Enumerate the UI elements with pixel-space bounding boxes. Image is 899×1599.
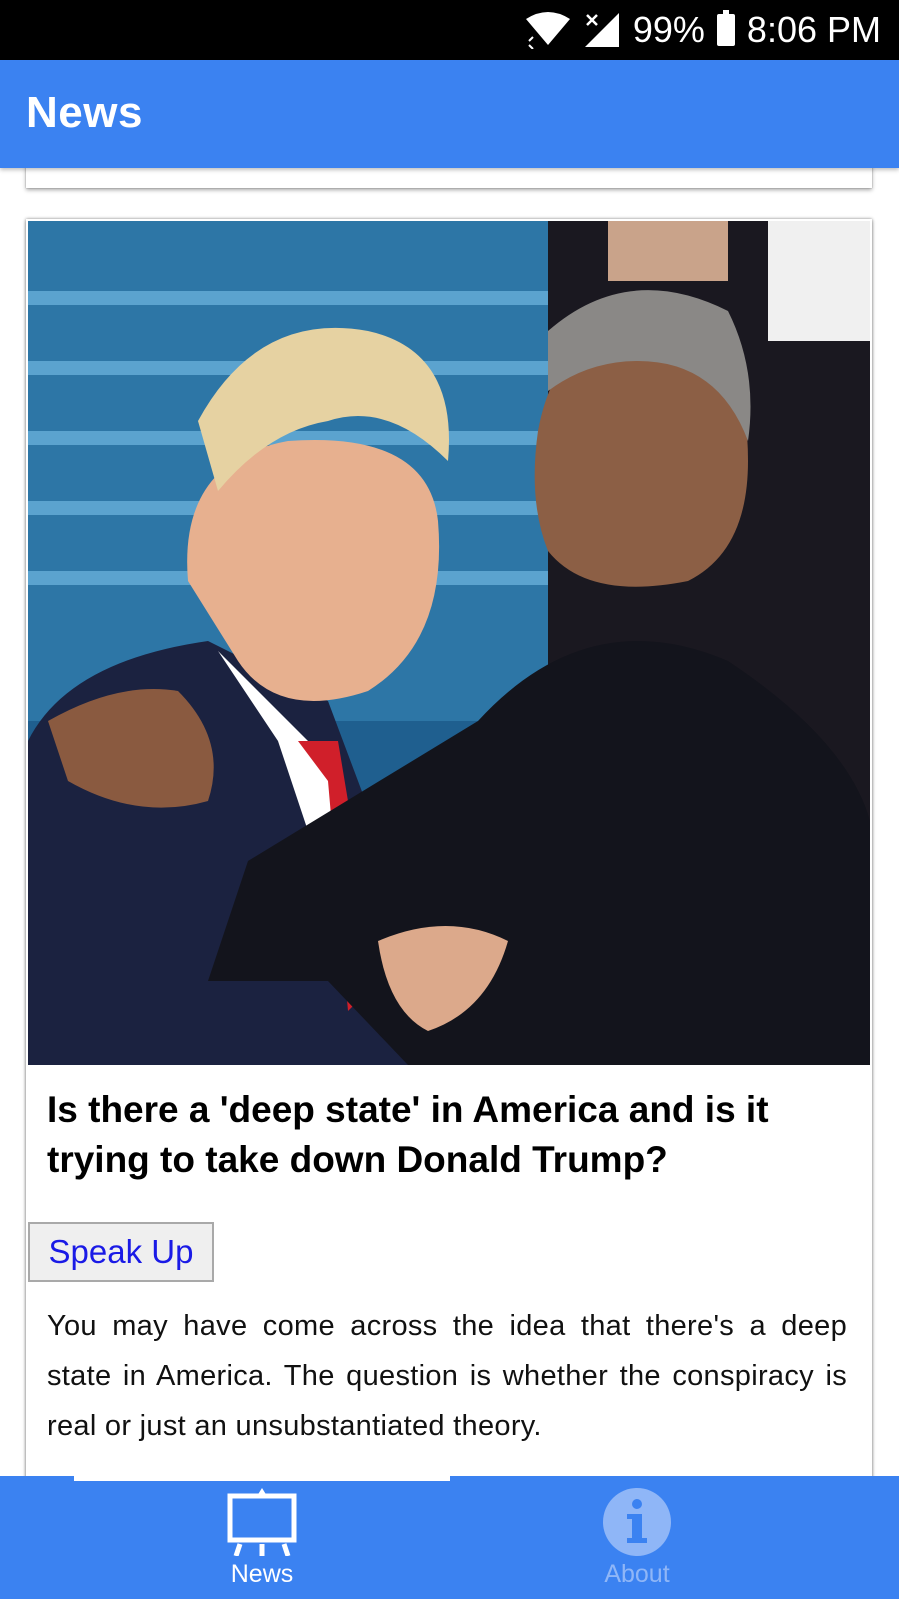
battery-icon <box>716 10 735 46</box>
info-icon <box>601 1486 673 1563</box>
news-feed[interactable]: Is there a 'deep state' in America and i… <box>0 168 899 1476</box>
easel-icon <box>222 1486 302 1561</box>
previous-article-card[interactable] <box>26 168 872 188</box>
status-bar: 99% 8:06 PM <box>0 0 899 60</box>
article-summary: You may have come across the idea that t… <box>47 1310 847 1442</box>
status-icons: 99% 8:06 PM <box>525 0 881 60</box>
tab-about[interactable]: About <box>412 1476 862 1599</box>
app-bar: News <box>0 60 899 168</box>
bottom-navigation: News About <box>0 1476 899 1599</box>
cellular-signal-icon <box>583 11 621 49</box>
article-photo[interactable] <box>28 221 870 1065</box>
article-headline[interactable]: Is there a 'deep state' in America and i… <box>47 1085 847 1185</box>
clock: 8:06 PM <box>746 9 881 50</box>
speak-up-button[interactable]: Speak Up <box>28 1222 214 1282</box>
wifi-icon <box>525 11 571 49</box>
page-title: News <box>26 88 143 137</box>
tab-about-label: About <box>604 1560 670 1588</box>
article-card[interactable]: Is there a 'deep state' in America and i… <box>26 219 872 1476</box>
battery-percent: 99% <box>632 9 705 50</box>
